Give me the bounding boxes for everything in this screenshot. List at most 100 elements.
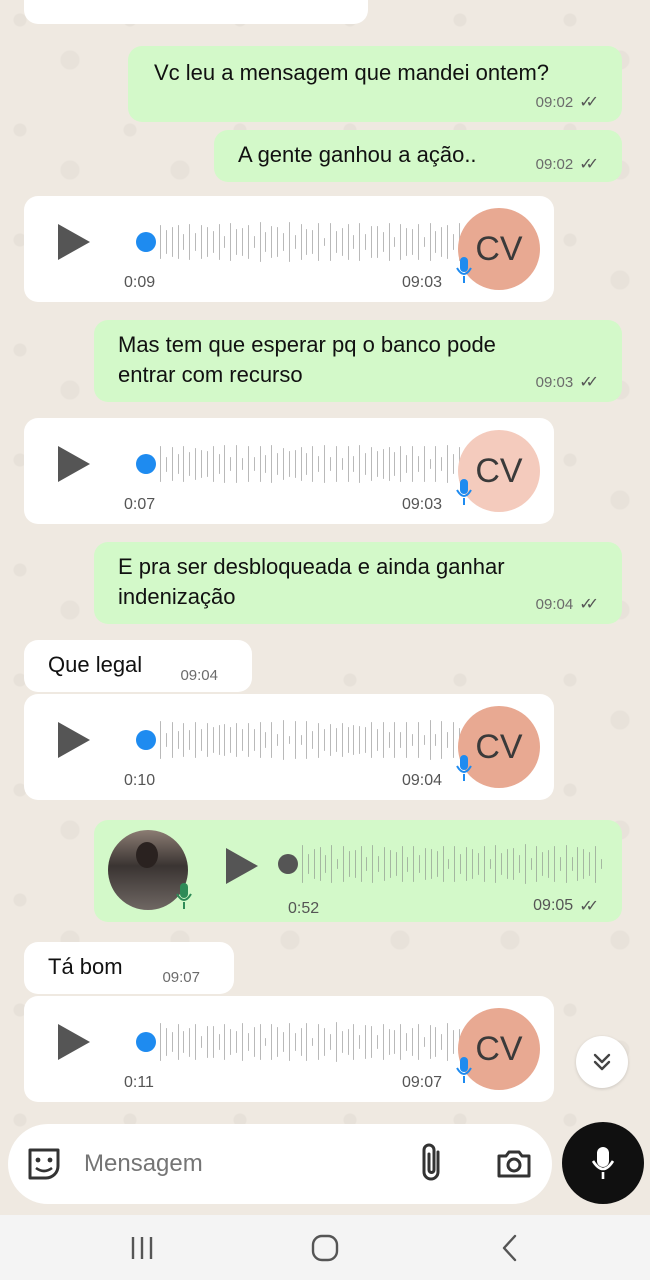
waveform-bar xyxy=(447,225,448,259)
waveform-bar xyxy=(360,846,362,882)
play-icon[interactable] xyxy=(58,446,90,482)
waveform-bar xyxy=(429,720,431,760)
waveform-bar xyxy=(553,845,555,883)
waveform-bar xyxy=(524,844,526,884)
message-bubble[interactable]: Que legal 09:04 xyxy=(24,640,252,692)
waveform-bar xyxy=(218,224,220,260)
waveform-bar xyxy=(247,225,249,259)
waveform-bar xyxy=(230,457,232,471)
waveform-bar xyxy=(306,1022,308,1062)
message-time: 09:04 xyxy=(180,667,218,684)
sticker-emoji-icon[interactable] xyxy=(24,1144,64,1184)
voice-message[interactable]: 0:07 09:03 CV xyxy=(24,418,554,524)
camera-icon[interactable] xyxy=(494,1144,534,1184)
waveform[interactable] xyxy=(160,1018,460,1066)
waveform[interactable] xyxy=(160,218,460,266)
paperclip-icon[interactable] xyxy=(412,1142,452,1186)
waveform-bar xyxy=(452,1030,454,1054)
waveform-bar xyxy=(324,238,325,246)
waveform-bar xyxy=(406,455,407,473)
waveform-bar xyxy=(441,456,443,472)
waveform-bar xyxy=(259,222,261,262)
play-icon[interactable] xyxy=(226,848,258,884)
back-button[interactable] xyxy=(490,1233,530,1263)
waveform-bar xyxy=(312,230,314,254)
waveform-bar xyxy=(212,446,214,482)
playback-position-dot[interactable] xyxy=(278,854,298,874)
waveform-bar xyxy=(571,857,573,871)
waveform-bar xyxy=(218,453,220,475)
waveform-bar xyxy=(329,723,331,757)
play-icon[interactable] xyxy=(58,1024,90,1060)
waveform-bar xyxy=(177,1024,179,1060)
waveform-bar xyxy=(177,225,179,259)
waveform-bar xyxy=(394,721,396,759)
playback-position-dot[interactable] xyxy=(136,1032,156,1052)
waveform-bar xyxy=(419,854,421,874)
waveform-bar xyxy=(406,721,407,759)
waveform-bar xyxy=(348,850,350,878)
home-button[interactable] xyxy=(305,1233,345,1263)
waveform[interactable] xyxy=(302,840,602,888)
voice-record-button[interactable] xyxy=(562,1122,644,1204)
waveform-bar xyxy=(436,851,438,877)
previous-message-bubble[interactable] xyxy=(24,0,368,24)
message-time: 09:03 xyxy=(401,496,442,513)
waveform-bar xyxy=(542,852,544,876)
waveform-bar xyxy=(247,445,249,483)
playback-position-dot[interactable] xyxy=(136,232,156,252)
waveform-bar xyxy=(365,726,366,754)
chat-area[interactable]: Vc leu a mensagem que mandei ontem? 09:0… xyxy=(0,0,650,1280)
message-bubble[interactable]: Vc leu a mensagem que mandei ontem? 09:0… xyxy=(128,46,622,122)
voice-duration: 0:07 xyxy=(124,496,156,513)
message-bubble[interactable]: E pra ser desbloqueada e ainda ganhar in… xyxy=(94,542,622,624)
voice-message[interactable]: 0:11 09:07 CV xyxy=(24,996,554,1102)
waveform-bar xyxy=(452,454,454,474)
waveform-bar xyxy=(189,451,191,477)
waveform-bar xyxy=(365,234,366,250)
message-input[interactable] xyxy=(84,1150,384,1178)
waveform-bar xyxy=(319,846,321,882)
waveform-bar xyxy=(423,1036,425,1048)
waveform-bar xyxy=(417,722,419,758)
recent-apps-button[interactable] xyxy=(122,1233,162,1263)
message-bubble[interactable]: Mas tem que esperar pq o banco pode entr… xyxy=(94,320,622,402)
voice-message[interactable]: 0:09 09:03 CV xyxy=(24,196,554,302)
waveform-bar xyxy=(283,1032,284,1052)
waveform-bar xyxy=(565,844,567,884)
waveform-bar xyxy=(300,734,302,746)
voice-message[interactable]: 0:52 09:05 ✓✓ xyxy=(94,820,622,922)
waveform-bar xyxy=(370,722,372,758)
waveform-bar xyxy=(171,226,173,258)
message-meta: 09:02 ✓✓ xyxy=(536,92,599,112)
recent-apps-icon xyxy=(131,1237,153,1259)
waveform-bar xyxy=(265,1037,267,1047)
waveform-bar xyxy=(376,729,378,751)
waveform-bar xyxy=(370,1025,372,1059)
scroll-down-button[interactable] xyxy=(576,1036,628,1088)
waveform-bar xyxy=(318,222,320,262)
waveform-bar xyxy=(236,445,238,483)
waveform-bar xyxy=(507,848,508,880)
waveform[interactable] xyxy=(160,716,460,764)
voice-message[interactable]: 0:10 09:04 CV xyxy=(24,694,554,800)
play-icon[interactable] xyxy=(58,722,90,758)
message-bubble[interactable]: A gente ganhou a ação.. 09:02 ✓✓ xyxy=(214,130,622,182)
waveform-bar xyxy=(277,734,279,746)
waveform-bar xyxy=(206,1026,208,1058)
playback-position-dot[interactable] xyxy=(136,730,156,750)
waveform-bar xyxy=(400,731,402,749)
waveform-bar xyxy=(347,1028,349,1056)
playback-position-dot[interactable] xyxy=(136,454,156,474)
play-icon[interactable] xyxy=(58,224,90,260)
waveform-bar xyxy=(189,224,191,260)
waveform-bar xyxy=(548,850,549,878)
waveform-bar xyxy=(495,844,497,884)
waveform-bar xyxy=(302,844,303,884)
waveform-bar xyxy=(335,231,337,253)
waveform-bar xyxy=(452,234,454,250)
waveform-bar xyxy=(206,227,208,257)
waveform-bar xyxy=(189,729,191,751)
waveform[interactable] xyxy=(160,440,460,488)
message-bubble[interactable]: Tá bom 09:07 xyxy=(24,942,234,994)
